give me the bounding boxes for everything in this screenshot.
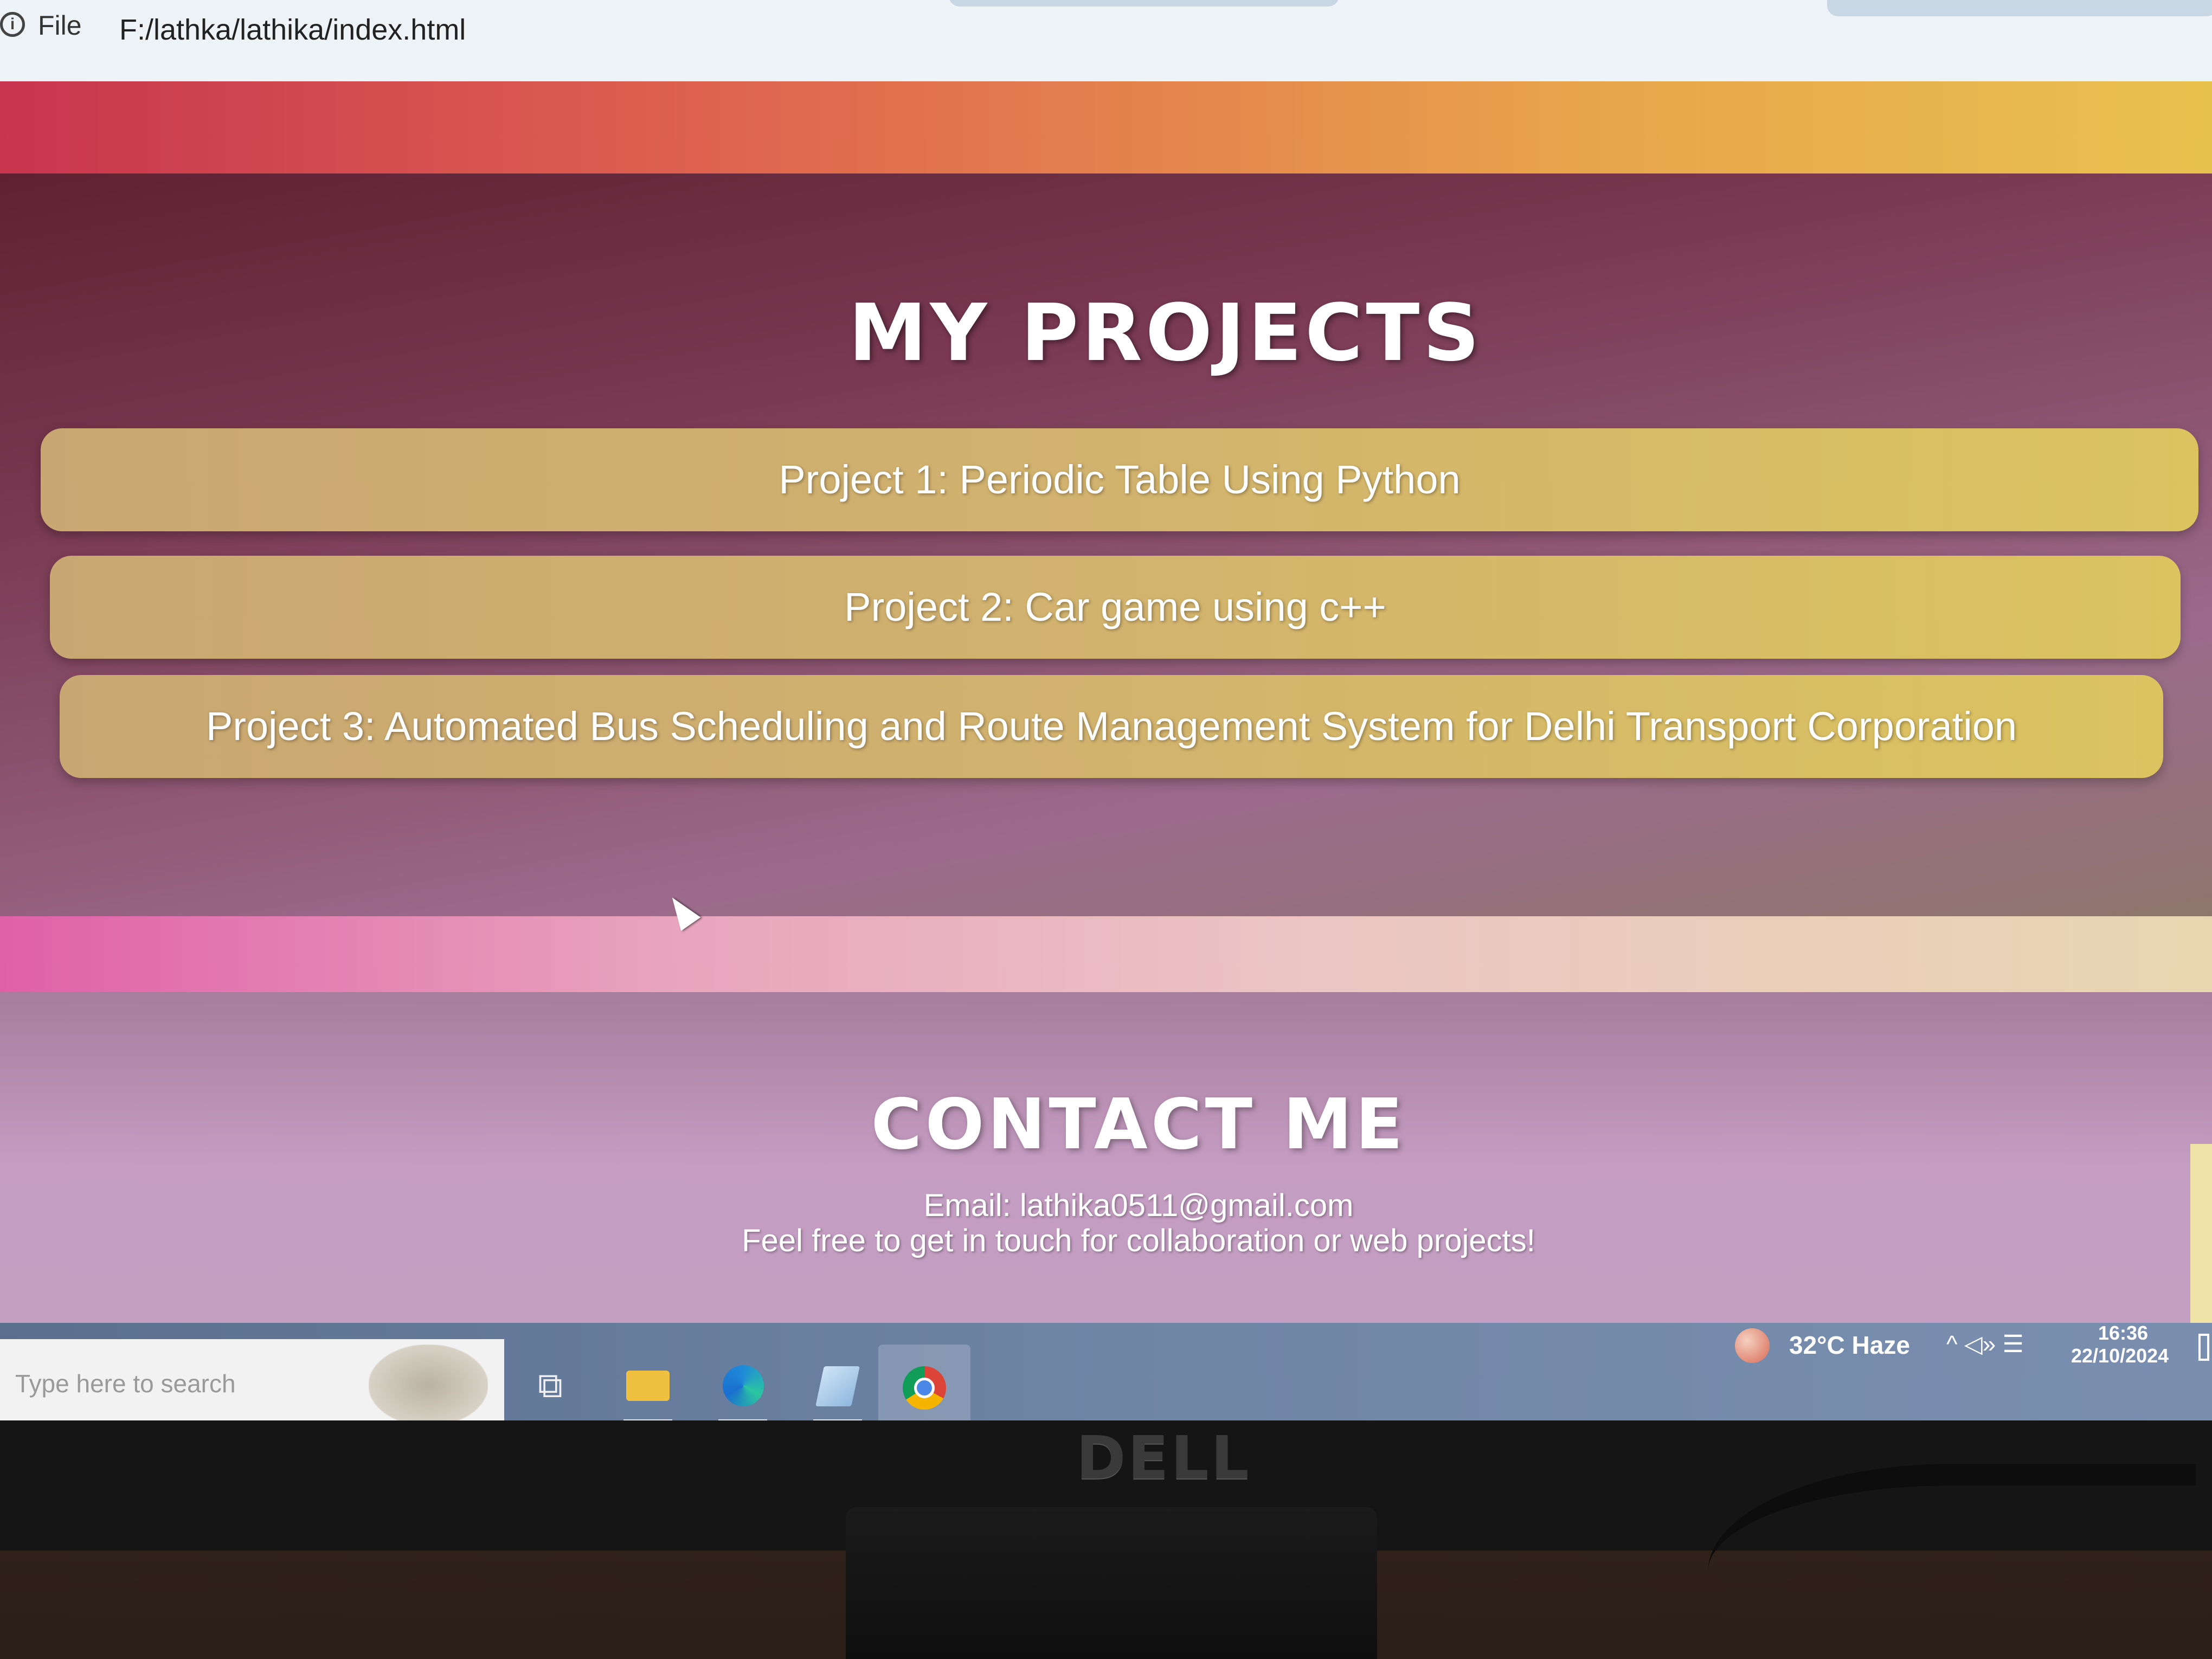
active-indicator [623, 1419, 672, 1420]
dell-logo: DELL [1076, 1423, 1251, 1493]
project-card-2[interactable]: Project 2: Car game using c++ [50, 556, 2181, 659]
folder-icon [626, 1371, 670, 1401]
scheme-label: File [38, 10, 82, 41]
edge-icon[interactable] [713, 1355, 773, 1420]
taskbar: Type here to search ⧉ 32°C Haze ^ ◁» ☰ 1… [0, 1322, 2212, 1420]
search-placeholder: Type here to search [15, 1369, 236, 1398]
system-tray-icons[interactable]: ^ ◁» ☰ [1946, 1330, 2024, 1358]
active-indicator [813, 1419, 862, 1420]
clock-date[interactable]: 22/10/2024 [2071, 1345, 2169, 1367]
weather-icon[interactable] [1735, 1328, 1770, 1363]
contact-band [0, 916, 2212, 1003]
chrome-core-icon [914, 1378, 935, 1398]
photo-scene: DELL i File F:/lathka/lathika/index.html… [0, 0, 2212, 1659]
notification-icon[interactable] [2198, 1334, 2209, 1361]
browser-tab[interactable] [1827, 0, 2212, 16]
task-view-icon[interactable]: ⧉ [520, 1355, 580, 1415]
notepad-logo-icon [815, 1366, 860, 1406]
file-explorer-icon[interactable] [618, 1355, 678, 1420]
active-indicator [718, 1419, 767, 1420]
contact-title: CONTACT ME [871, 1084, 1406, 1165]
clock-time[interactable]: 16:36 [2098, 1322, 2148, 1345]
info-icon[interactable]: i [0, 12, 25, 37]
contact-email[interactable]: Email: lathika0511@gmail.com [0, 1187, 2212, 1224]
monitor-stand [846, 1507, 1377, 1659]
projects-title: MY PROJECTS [848, 287, 1483, 379]
contact-note: Feel free to get in touch for collaborat… [742, 1223, 1535, 1258]
project-card-3[interactable]: Project 3: Automated Bus Scheduling and … [60, 675, 2163, 778]
notepad-icon[interactable] [808, 1355, 867, 1420]
chrome-icon[interactable] [878, 1345, 970, 1420]
web-page: MY PROJECTS Project 1: Periodic Table Us… [0, 81, 2212, 1420]
taskbar-search-box[interactable]: Type here to search [0, 1339, 504, 1420]
weather-text[interactable]: 32°C Haze [1789, 1330, 1910, 1360]
project-card-1[interactable]: Project 1: Periodic Table Using Python [41, 428, 2198, 531]
url-text[interactable]: F:/lathka/lathika/index.html [119, 13, 466, 47]
search-highlight-image [369, 1345, 488, 1420]
browser-tab[interactable] [949, 0, 1339, 7]
screen: i File F:/lathka/lathika/index.html MY P… [0, 0, 2212, 1420]
edge-logo-icon [723, 1365, 764, 1406]
